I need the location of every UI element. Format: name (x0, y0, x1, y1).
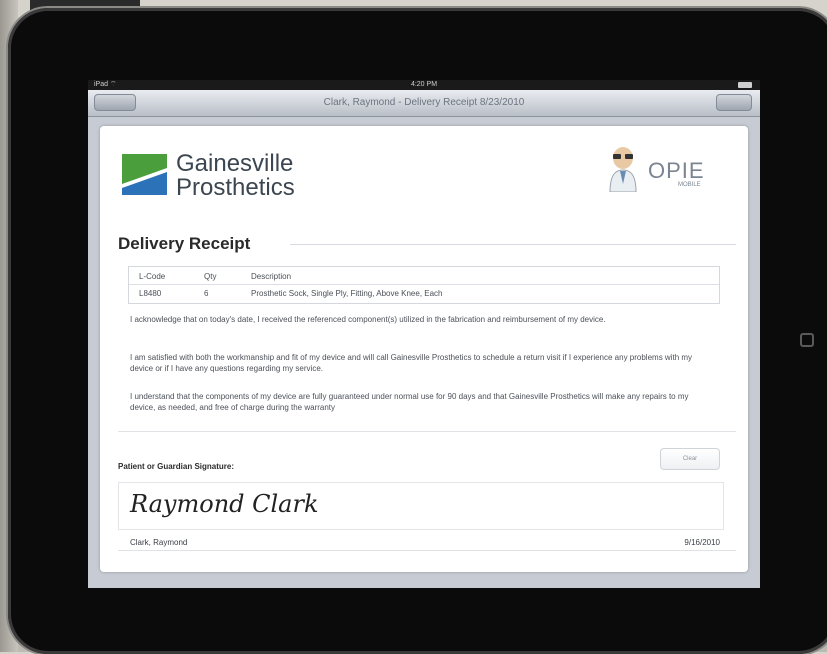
status-bar: iPad ⌔ 4:20 PM (88, 80, 760, 90)
battery-icon (738, 82, 752, 88)
table-cell-description: Prosthetic Sock, Single Ply, Fitting, Ab… (251, 289, 443, 298)
gainesville-logo-icon (122, 154, 167, 195)
opie-logo-subtitle: MOBILE (678, 182, 701, 188)
signer-name: Clark, Raymond (130, 538, 188, 547)
home-button[interactable] (800, 333, 814, 347)
satisfaction-paragraph: I am satisfied with both the workmanship… (130, 353, 693, 373)
codes-table: L-Code Qty Description L8480 6 Prostheti… (128, 266, 720, 304)
table-cell-qty: 6 (204, 289, 209, 298)
opie-doctor-avatar-icon (609, 147, 637, 192)
brand-line-2: Prosthetics (176, 174, 295, 201)
navigation-bar: Clark, Raymond - Delivery Receipt 8/23/2… (88, 90, 760, 117)
warranty-paragraph: I understand that the components of my d… (130, 392, 689, 412)
action-button[interactable] (716, 94, 752, 111)
brand-name: Gainesville Prosthetics (176, 152, 295, 200)
signature-date: 9/16/2010 (684, 538, 720, 547)
divider (129, 284, 719, 285)
column-header-qty: Qty (204, 272, 217, 281)
receipt-card: Gainesville Prosthetics OPIE MOBILE Deli… (100, 126, 748, 572)
acknowledgement-paragraph: I acknowledge that on today's date, I re… (130, 315, 606, 324)
page-title: Delivery Receipt (118, 234, 251, 253)
opie-logo-text: OPIE (648, 158, 705, 183)
divider (290, 244, 736, 245)
tablet-screen: iPad ⌔ 4:20 PM Clark, Raymond - Delivery… (88, 80, 760, 588)
brand-line-1: Gainesville (176, 150, 294, 177)
column-header-description: Description (251, 272, 292, 281)
status-time: 4:20 PM (410, 81, 438, 88)
divider (118, 550, 736, 551)
divider (118, 431, 736, 432)
signature-label: Patient or Guardian Signature: (118, 462, 235, 471)
nav-title: Clark, Raymond - Delivery Receipt 8/23/2… (323, 97, 525, 108)
table-cell-lcode: L8480 (139, 289, 162, 298)
handwritten-signature: Raymond Clark (130, 490, 319, 518)
clear-signature-button[interactable]: Clear (660, 448, 720, 470)
column-header-lcode: L-Code (139, 272, 166, 281)
